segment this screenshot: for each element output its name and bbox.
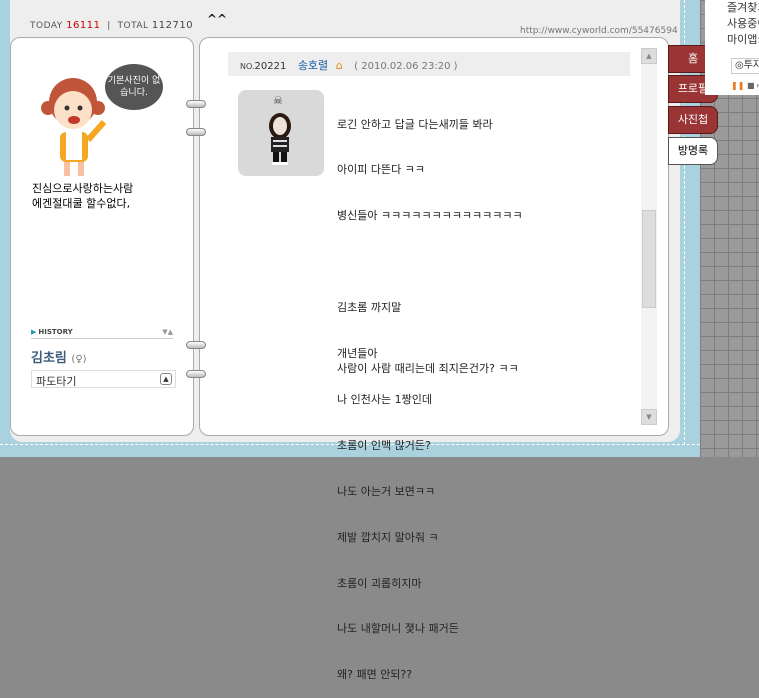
entry-line: 왜? 패면 안되??	[337, 668, 413, 682]
arrow-right-icon: ▶	[31, 328, 37, 336]
sort-toggle-icon[interactable]: ▼▲	[162, 328, 173, 336]
entry-line: 나도 내할머니 졏나 패거든	[337, 622, 459, 636]
motto-line: 진심으로사랑하는사람	[32, 182, 134, 195]
pause-icon[interactable]: ❚❚	[731, 81, 744, 90]
history-header[interactable]: ▶ HISTORY ▼▲	[31, 328, 173, 339]
side-menu: 즐겨찾기 사용중이 마이앱: ◎투자 ❚❚ ■ ⏮	[705, 0, 759, 95]
side-line[interactable]: 즐겨찾기	[727, 0, 759, 16]
entry-line: 아이피 다뜬다 ㅋㅋ	[337, 163, 425, 177]
minimi-avatar-icon: ☠	[269, 94, 291, 165]
tab-guestbook[interactable]: 방명록	[668, 137, 718, 165]
today-label: TODAY	[30, 21, 63, 31]
entry-line: 초롬이 괴롭히지마	[337, 576, 422, 590]
stop-icon[interactable]: ■	[747, 81, 755, 90]
tab-photos[interactable]: 사진첩	[668, 106, 718, 134]
bgm-title: 투자	[743, 60, 759, 71]
entry-header: NO.20221 송호렬 ⌂ ( 2010.02.06 23:20 )	[228, 52, 630, 76]
scrollbar-thumb[interactable]	[642, 210, 656, 308]
visitor-counter: TODAY 16111 | TOTAL 112710	[30, 20, 194, 31]
binder-ring	[186, 100, 206, 108]
entry-author[interactable]: 송호렬	[298, 59, 328, 72]
gender-symbol: (♀)	[71, 354, 87, 365]
chevron-up-icon[interactable]: ▲	[160, 373, 172, 385]
entry-no-label: NO.	[240, 62, 255, 71]
entry-line: 제발 깝치지 말아줘 ㅋ	[337, 530, 439, 544]
entry-number: 20221	[254, 61, 287, 72]
player-controls[interactable]: ❚❚ ■ ⏮	[731, 78, 759, 94]
profile-motto: 진심으로사랑하는사람 에겐절대쿨 할수없다,	[32, 181, 133, 211]
entry-line: 로긴 안하고 답글 다는새끼들 봐라	[337, 117, 493, 131]
homepage-url[interactable]: http://www.cyworld.com/55476594	[520, 26, 678, 36]
owner-name: 김초림 (♀)	[31, 347, 87, 366]
total-count: 112710	[151, 20, 194, 31]
wave-select-value: 파도타기	[36, 375, 77, 388]
wave-select[interactable]: 파도타기 ▲	[31, 370, 176, 388]
scroll-up-icon[interactable]: ▲	[641, 48, 657, 64]
title-text: ^^	[207, 12, 228, 26]
binder-ring	[186, 128, 206, 136]
home-icon[interactable]: ⌂	[336, 59, 343, 72]
entry-line: 초롬이 인맥 많거든?	[337, 438, 431, 452]
motto-line: 에겐절대쿨 할수없다,	[32, 197, 131, 210]
entry-last-line: 사람이 사람 때리는데 죄지은건가? ㅋㅋ	[337, 362, 519, 375]
author-minimi: ☠	[238, 90, 324, 176]
owner-name-text: 김초림	[31, 351, 67, 366]
bgm-player[interactable]: ◎투자	[731, 58, 759, 74]
entry-body: 로긴 안하고 답글 다는새끼들 봐라 아이피 다뜬다 ㅋㅋ 병신들아 ㅋㅋㅋㅋㅋ…	[337, 86, 523, 698]
side-line[interactable]: 마이앱:	[727, 32, 759, 48]
entry-line: 김초롬 까지말	[337, 301, 402, 315]
entry-line: 나도 아는거 보면ㅋㅋ	[337, 484, 436, 498]
side-line[interactable]: 사용중이	[727, 16, 759, 32]
entry-line: 나 인천사는 1짱인데	[337, 392, 432, 406]
binder-ring	[186, 341, 206, 349]
no-photo-bubble: 기본사진이 없습니다.	[105, 64, 163, 110]
scroll-down-icon[interactable]: ▼	[641, 409, 657, 425]
entry-date: ( 2010.02.06 23:20 )	[354, 61, 458, 72]
history-label: HISTORY	[38, 328, 73, 336]
disc-icon: ◎	[735, 60, 744, 71]
entry-line	[337, 254, 523, 269]
entry-line: 병신들아 ㅋㅋㅋㅋㅋㅋㅋㅋㅋㅋㅋㅋㅋㅋ	[337, 209, 523, 223]
scrollbar[interactable]: ▲ ▼	[641, 48, 657, 425]
today-count: 16111	[66, 20, 101, 31]
svg-text:☠: ☠	[273, 94, 283, 107]
binder-ring	[186, 370, 206, 378]
total-label: TOTAL	[117, 21, 149, 31]
default-profile-illustration	[41, 78, 107, 176]
